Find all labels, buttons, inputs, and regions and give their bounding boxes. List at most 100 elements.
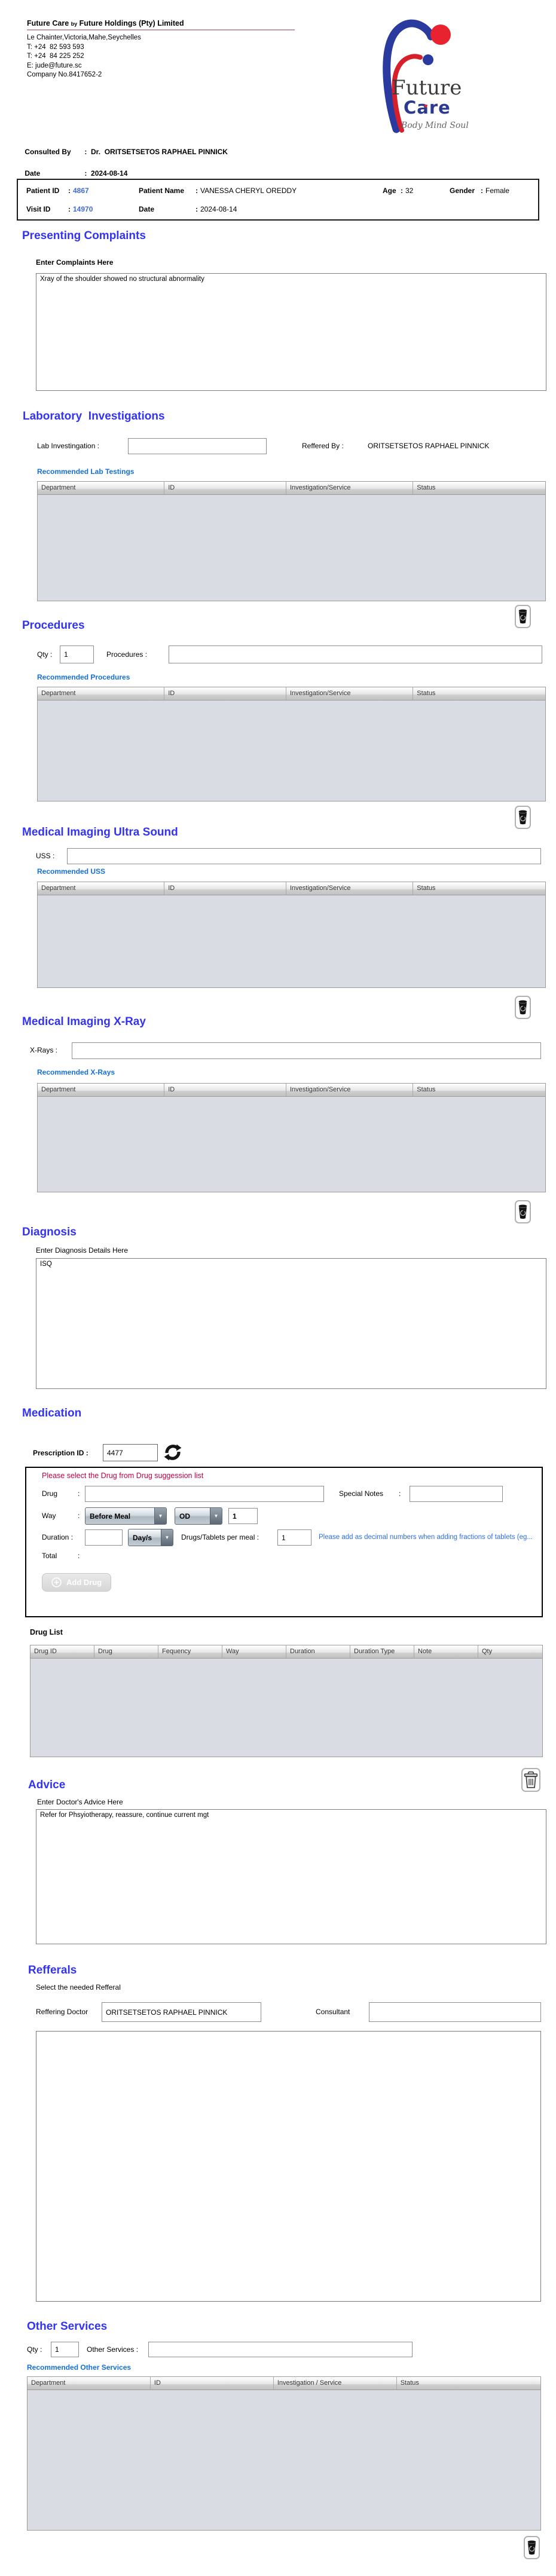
other-services-input[interactable] [148, 2342, 413, 2357]
patient-id-field: Patient ID:4867 [26, 186, 89, 195]
column-header-investigation: Investigation/Service [286, 687, 414, 700]
procedures-table-body [38, 700, 545, 801]
xray-table-header: Department ID Investigation/Service Stat… [38, 1084, 545, 1097]
column-header-note: Note [414, 1645, 478, 1658]
uss-input[interactable] [67, 848, 541, 864]
drug-row: Drug: Special Notes: [26, 1486, 542, 1503]
patient-info-box: Patient ID:4867 Patient Name: VANESSA CHE… [17, 179, 539, 221]
delete-other-services-rows-button[interactable] [524, 2536, 540, 2559]
way-row: Way: Before Meal ▼ OD ▼ [26, 1507, 542, 1525]
lab-investigation-label: Lab Investingation : [37, 442, 100, 450]
column-header-id: ID [151, 2377, 274, 2390]
complaints-textarea[interactable]: Xray of the shoulder showed no structura… [36, 273, 546, 391]
reffering-doctor-input[interactable] [102, 2002, 261, 2022]
fraction-note: Please add as decimal numbers when addin… [319, 1534, 533, 1541]
column-header-duration: Duration [286, 1645, 350, 1658]
procedures-table-header: Department ID Investigation/Service Stat… [38, 687, 545, 700]
meal-timing-value: Before Meal [90, 1512, 131, 1520]
way-label: Way [42, 1512, 56, 1520]
delete-drug-rows-button[interactable] [521, 1768, 540, 1792]
patient-gender-value: Female [485, 186, 510, 195]
delete-lab-rows-button[interactable] [515, 605, 531, 628]
trash-icon [518, 810, 527, 825]
presenting-complaints-heading: Presenting Complaints [22, 230, 146, 242]
drug-input[interactable] [85, 1486, 324, 1502]
recommended-procedures-label: Recommended Procedures [37, 673, 130, 681]
duration-input[interactable] [85, 1529, 123, 1546]
refferals-heading: Refferals [28, 1964, 77, 1977]
procedures-qty-label: Qty : [37, 650, 53, 659]
drug-list-table-header: Drug ID Drug Fequency Way Duration Durat… [30, 1645, 542, 1659]
way-qty-input[interactable] [228, 1508, 258, 1524]
consultation-form-page: Future Care by Future Holdings (Pty) Lim… [0, 0, 556, 2576]
consultation-date-label: Date [25, 169, 41, 178]
procedures-heading: Procedures [22, 619, 85, 632]
refferal-row: Reffering Doctor Consultant [36, 2002, 546, 2023]
xray-heading: Medical Imaging X-Ray [22, 1015, 146, 1028]
medication-heading: Medication [22, 1407, 82, 1419]
xray-label: X-Rays : [30, 1046, 58, 1054]
special-notes-label: Special Notes [339, 1489, 384, 1498]
consultant-input[interactable] [369, 2002, 541, 2022]
total-row: Total: [42, 1552, 80, 1560]
frequency-value: OD [179, 1512, 190, 1520]
delete-uss-rows-button[interactable] [515, 996, 531, 1019]
drug-entry-box: Please select the Drug from Drug suggess… [25, 1467, 543, 1617]
advice-textarea[interactable]: Refer for Phsyiotherapy, reassure, conti… [36, 1809, 546, 1944]
uss-table: Department ID Investigation/Service Stat… [37, 882, 546, 988]
prescription-id-input[interactable] [103, 1444, 158, 1461]
visit-id-field: Visit ID:14970 [26, 205, 93, 213]
prescription-id-label: Prescription ID : [33, 1449, 88, 1457]
diagnosis-textarea[interactable]: ISQ [36, 1258, 546, 1389]
trash-outline-icon [524, 1771, 538, 1788]
column-header-qty: Qty [482, 1648, 493, 1655]
duration-type-select[interactable]: Day/s ▼ [128, 1529, 173, 1546]
column-header-id: ID [164, 687, 286, 700]
duration-type-value: Day/s [133, 1533, 152, 1542]
lab-investigation-row: Lab Investingation : Reffered By : ORITS… [37, 438, 546, 456]
chevron-down-icon: ▼ [154, 1508, 166, 1524]
lab-investigation-input[interactable] [128, 438, 267, 454]
refferal-list-box[interactable] [36, 2031, 541, 2302]
uss-table-header: Department ID Investigation/Service Stat… [38, 882, 545, 895]
column-header-investigation: Investigation/Service [286, 1084, 414, 1096]
column-header-id: ID [164, 882, 286, 895]
special-notes-input[interactable] [410, 1486, 503, 1502]
delete-xray-rows-button[interactable] [515, 1200, 531, 1223]
delete-procedures-rows-button[interactable] [515, 806, 531, 829]
column-header-status: Status [417, 885, 436, 892]
duration-label: Duration : [42, 1533, 74, 1541]
other-services-label: Other Services : [87, 2345, 139, 2354]
trash-icon [518, 609, 527, 624]
other-services-heading: Other Services [27, 2320, 108, 2333]
logo-blue-dot [423, 54, 433, 65]
other-services-table-header: Department ID Investigation / Service St… [28, 2377, 540, 2390]
total-label: Total [42, 1552, 57, 1560]
recommended-lab-testings-label: Recommended Lab Testings [37, 467, 135, 476]
add-drug-button[interactable]: Add Drug [42, 1573, 112, 1592]
consultation-date-value: 2024-08-14 [91, 169, 128, 178]
company-name: Future Care by Future Holdings (Pty) Lim… [27, 19, 295, 30]
visit-id-value: 14970 [73, 205, 93, 213]
other-services-qty-input[interactable] [51, 2342, 79, 2357]
patient-age-value: 32 [405, 186, 414, 195]
advice-heading: Advice [28, 1779, 66, 1791]
column-header-status: Status [400, 2379, 419, 2387]
company-address: Le Chainter,Victoria,Mahe,Seychelles [27, 34, 141, 41]
column-header-duration-type: Duration Type [350, 1645, 414, 1658]
procedures-input[interactable] [169, 645, 542, 663]
chevron-down-icon: ▼ [210, 1508, 222, 1524]
drug-suggestion-warning: Please select the Drug from Drug suggess… [42, 1471, 204, 1480]
xray-input[interactable] [72, 1042, 541, 1059]
frequency-select[interactable]: OD ▼ [175, 1507, 222, 1525]
procedures-qty-input[interactable] [60, 645, 94, 663]
lab-table: Department ID Investigation/Service Stat… [37, 481, 546, 601]
procedures-label: Procedures : [106, 650, 148, 659]
column-header-id: ID [164, 1084, 286, 1096]
drug-list-table: Drug ID Drug Fequency Way Duration Durat… [30, 1645, 543, 1757]
per-meal-input[interactable] [277, 1529, 311, 1546]
advice-sublabel: Enter Doctor's Advice Here [37, 1798, 123, 1806]
refresh-prescription-button[interactable] [163, 1443, 182, 1464]
meal-timing-select[interactable]: Before Meal ▼ [85, 1507, 167, 1525]
column-header-id: ID [164, 482, 286, 494]
